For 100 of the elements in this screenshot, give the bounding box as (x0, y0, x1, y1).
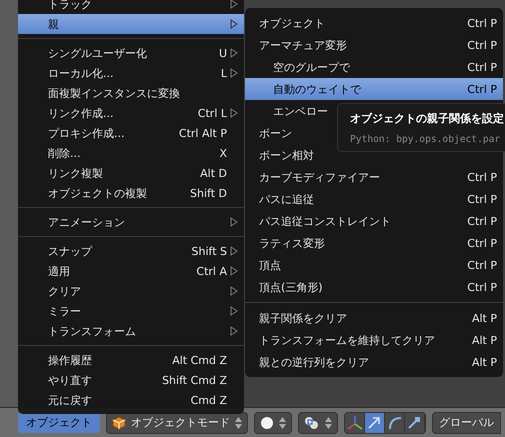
shortcut-label: Ctrl P (467, 192, 497, 206)
menu-item-label: ラティス変形 (259, 236, 326, 250)
menu-item[interactable]: プロキシ作成... Ctrl Alt P (18, 123, 244, 143)
menu-item-label: アーマチュア変形 (259, 38, 348, 52)
shortcut-label: Shift Cmd Z (162, 374, 227, 386)
menu-item-label: 親 (48, 16, 60, 32)
manipulator-button[interactable] (345, 412, 365, 432)
shortcut-label: Ctrl P (467, 82, 497, 96)
manipulator-button[interactable] (405, 412, 425, 432)
menu-item[interactable]: オブジェクト Ctrl P (245, 12, 503, 34)
arc-icon (387, 415, 402, 430)
menu-item-label: 頂点 (259, 258, 282, 272)
menu-item-label: オブジェクト (259, 16, 326, 30)
menu-item[interactable]: 操作履歴 Alt Cmd Z (18, 350, 244, 370)
orientation-dropdown[interactable]: グローバル (432, 412, 501, 434)
menu-item[interactable]: 頂点(三角形) Ctrl P (245, 276, 503, 298)
menu-item-label: オブジェクトの複製 (48, 186, 148, 200)
menu-item[interactable]: 削除... X (18, 143, 244, 163)
shortcut-label: Alt P (472, 312, 497, 324)
shortcut-label: Ctrl P (467, 280, 497, 294)
menu-item[interactable]: 頂点 Ctrl P (245, 254, 503, 276)
menu-item-label: アニメーション (48, 214, 126, 230)
menu-item-label: 元に戻す (48, 392, 93, 408)
updown-arrows-icon (235, 416, 242, 430)
menu-item-label: スナップ (48, 244, 94, 258)
menu-item[interactable]: アーマチュア変形 Ctrl P (245, 34, 503, 56)
menu-item-label: 削除... (48, 146, 82, 160)
menu-item-label: クリア (48, 284, 82, 298)
sphere-icon (260, 416, 274, 430)
shortcut-label: U (218, 46, 227, 60)
menu-item[interactable]: ミラー (18, 301, 244, 321)
pivot-icon (304, 416, 320, 430)
tooltip-title: オブジェクトの親子関係を設定 (350, 111, 505, 126)
shortcut-label: Ctrl P (467, 236, 497, 250)
shortcut-label: Ctrl P (467, 38, 497, 52)
menu-item[interactable]: 面複製インスタンスに変換 (18, 83, 244, 103)
menu-item[interactable]: ローカル化... L (18, 63, 244, 83)
shortcut-label: Ctrl P (467, 60, 497, 74)
manipulator-button[interactable] (365, 412, 385, 432)
menu-item-label: トランスフォームを維持してクリア (259, 332, 436, 348)
menu-item[interactable]: リンク複製 Alt D (18, 163, 244, 183)
menu-item[interactable]: 自動のウェイトで Ctrl P (245, 78, 503, 100)
shortcut-label: Ctrl P (467, 258, 497, 272)
shading-dropdown[interactable] (254, 412, 292, 434)
menu-item-label: ボーン相対 (259, 148, 315, 162)
menu-item[interactable]: トランスフォームを維持してクリア Alt P (245, 329, 503, 351)
menu-item-label: 親との逆行列をクリア (259, 354, 370, 370)
menu-item[interactable]: トランスフォーム (18, 321, 244, 341)
shortcut-label: L (220, 66, 227, 80)
menu-item-label: プロキシ作成... (48, 126, 126, 140)
shortcut-label: Alt P (472, 334, 497, 346)
menu-item-label: 適用 (48, 264, 71, 278)
menu-item[interactable]: 親との逆行列をクリア Alt P (245, 351, 503, 373)
menu-item[interactable]: スナップ Shift S (18, 241, 244, 261)
menu-item[interactable]: ラティス変形 Ctrl P (245, 232, 503, 254)
axes-icon (346, 414, 362, 430)
menu-item[interactable]: 空のグループで Ctrl P (245, 56, 503, 78)
menu-item-label: 操作履歴 (48, 352, 93, 368)
shortcut-label: Alt Cmd Z (172, 354, 227, 366)
menu-item-label: リンク複製 (48, 166, 104, 180)
menu-item[interactable]: クリア (18, 281, 244, 301)
menu-item[interactable]: やり直す Shift Cmd Z (18, 370, 244, 390)
shortcut-label: Ctrl P (467, 214, 497, 228)
menu-item-label: 空のグループで (273, 60, 352, 74)
menu-item[interactable]: 適用 Ctrl A (18, 261, 244, 281)
menu-item-label: トランスフォーム (48, 324, 137, 338)
menu-item-label: ミラー (48, 304, 82, 318)
updown-arrows-icon (279, 416, 286, 430)
shortcut-label: Ctrl A (196, 264, 227, 278)
shortcut-label: Ctrl Alt P (178, 126, 227, 140)
cube-icon (112, 416, 126, 430)
shortcut-label: Ctrl P (467, 16, 497, 30)
menu-item-label: 親子関係をクリア (259, 310, 348, 326)
scale-handle-icon (407, 415, 422, 430)
menu-item-label: シングルユーザー化 (48, 46, 148, 60)
shortcut-label: Ctrl P (467, 170, 497, 184)
updown-arrows-icon (325, 416, 332, 430)
menu-item-label: 頂点(三角形) (259, 280, 324, 294)
menu-item[interactable]: 親子関係をクリア Alt P (245, 307, 503, 329)
menu-item[interactable]: パスに追従 Ctrl P (245, 188, 503, 210)
shortcut-label: Alt D (200, 166, 227, 180)
menu-item-label: やり直す (48, 372, 93, 388)
menu-item-label: カーブモディファイアー (259, 170, 381, 184)
menu-item-label: ローカル化... (48, 66, 114, 80)
menu-item[interactable]: パス追従コンストレイント Ctrl P (245, 210, 503, 232)
pivot-dropdown[interactable] (298, 412, 338, 434)
menu-item[interactable]: カーブモディファイアー Ctrl P (245, 166, 503, 188)
menu-item[interactable]: 親 (18, 14, 244, 34)
menu-item-label: 自動のウェイトで (273, 82, 362, 96)
object-menu-button[interactable]: オブジェクト (18, 412, 100, 432)
menu-item[interactable]: 元に戻す Cmd Z (18, 390, 244, 410)
shortcut-label: X (219, 146, 227, 160)
menu-item-label: リンク作成... (48, 106, 114, 120)
menu-item[interactable]: リンク作成... Ctrl L (18, 103, 244, 123)
menu-item[interactable]: オブジェクトの複製 Shift D (18, 183, 244, 203)
shortcut-label: Cmd Z (190, 394, 227, 406)
menu-item[interactable]: シングルユーザー化 U (18, 43, 244, 63)
menu-item[interactable]: アニメーション (18, 212, 244, 232)
menu-item-label: 面複製インスタンスに変換 (48, 86, 181, 100)
menu-item-label: パスに追従 (259, 192, 315, 206)
